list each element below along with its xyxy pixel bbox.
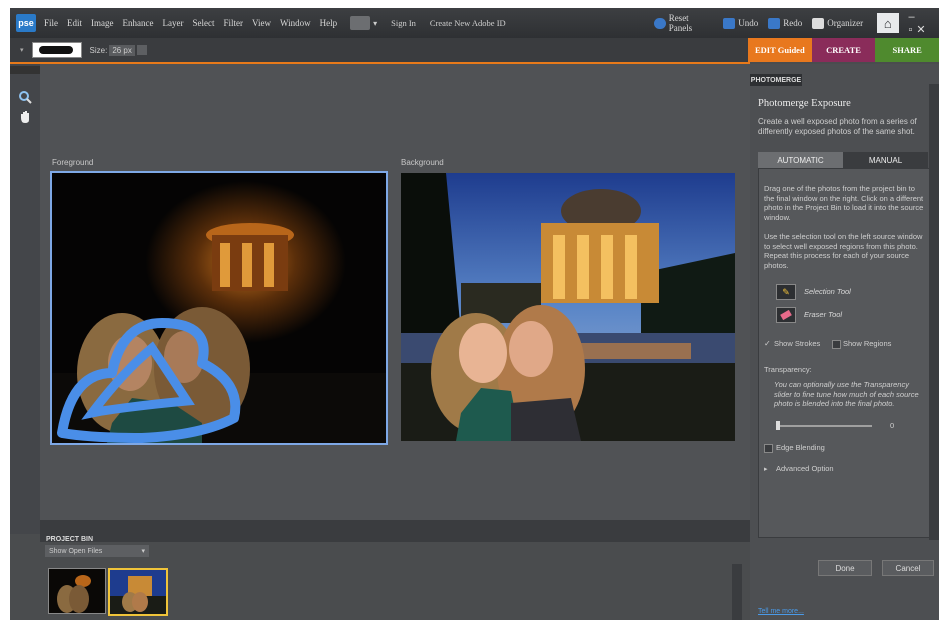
reset-panels-button[interactable]: Reset Panels <box>654 13 713 33</box>
undo-button[interactable]: Undo <box>723 17 759 29</box>
organizer-button[interactable]: Organizer <box>812 17 864 29</box>
checkmark-icon[interactable]: ✓ <box>764 339 771 348</box>
eraser-tool-label: Eraser Tool <box>804 310 843 319</box>
project-bin-select[interactable]: Show Open Files ▾ <box>45 545 149 557</box>
menu-window[interactable]: Window <box>280 18 311 28</box>
tools-panel <box>10 64 40 534</box>
options-arrow-icon[interactable]: ▾ <box>20 46 24 54</box>
tab-manual[interactable]: MANUAL <box>843 152 928 168</box>
panel-description: Create a well exposed photo from a serie… <box>758 117 917 136</box>
menu-select[interactable]: Select <box>192 18 214 28</box>
edge-blending-checkbox[interactable] <box>764 444 773 453</box>
foreground-label: Foreground <box>52 158 94 167</box>
instructions-2: Use the selection tool on the left sourc… <box>764 232 923 270</box>
panel-title: Photomerge Exposure <box>758 98 851 109</box>
reset-icon <box>654 17 666 29</box>
chevron-down-icon[interactable]: ▾ <box>373 19 377 28</box>
tab-edit-guided[interactable]: EDIT Guided <box>748 38 812 62</box>
menu-file[interactable]: File <box>44 18 58 28</box>
transparency-slider-thumb[interactable] <box>776 421 780 430</box>
app-logo: pse <box>16 14 36 32</box>
sign-in-link[interactable]: Sign In <box>391 18 416 28</box>
done-button[interactable]: Done <box>818 560 872 576</box>
menu-enhance[interactable]: Enhance <box>123 18 154 28</box>
project-bin-thumbnail-2[interactable] <box>108 568 168 616</box>
selection-tool-button[interactable]: ✎ <box>776 284 796 300</box>
foreground-photo[interactable] <box>50 171 388 445</box>
show-regions-checkbox[interactable] <box>832 340 841 349</box>
project-bin-scrollbar[interactable] <box>732 564 742 620</box>
main-menu: File Edit Image Enhance Layer Select Fil… <box>44 18 346 28</box>
transparency-value: 0 <box>890 421 895 430</box>
photomerge-tab[interactable]: PHOTOMERGE <box>750 74 802 86</box>
manual-options-panel <box>758 168 930 538</box>
tab-share[interactable]: SHARE <box>875 38 939 62</box>
reset-panels-label: Reset Panels <box>668 13 693 33</box>
tell-me-more-link[interactable]: Tell me more... <box>758 608 804 615</box>
tools-collapse-bar[interactable] <box>10 66 40 74</box>
canvas-horizontal-scrollbar[interactable] <box>40 520 750 528</box>
cancel-button[interactable]: Cancel <box>882 560 934 576</box>
window-controls[interactable]: –▫✕ <box>909 11 939 36</box>
menu-image[interactable]: Image <box>91 18 114 28</box>
tab-create[interactable]: CREATE <box>811 38 876 62</box>
selection-tool-label: Selection Tool <box>804 287 851 296</box>
project-bin-thumbnail-1[interactable] <box>48 568 106 614</box>
transparency-help: You can optionally use the Transparency … <box>774 380 919 408</box>
size-field[interactable]: 26 px <box>109 44 135 56</box>
tool-options-bar: ▾ Size: 26 px <box>10 38 750 62</box>
organizer-icon <box>812 17 825 29</box>
menu-filter[interactable]: Filter <box>223 18 243 28</box>
show-strokes-label: Show Strokes <box>774 339 821 348</box>
home-icon[interactable]: ⌂ <box>877 13 899 33</box>
create-adobe-id-link[interactable]: Create New Adobe ID <box>430 18 506 28</box>
zoom-icon[interactable] <box>18 90 32 104</box>
subtabs: AUTOMATIC MANUAL <box>758 152 928 168</box>
chevron-down-icon: ▾ <box>141 548 145 555</box>
photoshop-elements-window: pse File Edit Image Enhance Layer Select… <box>10 8 939 620</box>
mode-tabs: EDIT Guided CREATE SHARE <box>748 38 939 62</box>
eraser-tool-button[interactable] <box>776 307 796 323</box>
redo-button[interactable]: Redo <box>768 17 803 29</box>
size-dropdown-icon[interactable] <box>136 45 147 55</box>
chevron-right-icon[interactable]: ▸ <box>764 465 768 473</box>
edge-blending-label: Edge Blending <box>776 443 825 452</box>
show-regions-label: Show Regions <box>843 339 892 348</box>
menu-layer[interactable]: Layer <box>163 18 184 28</box>
redo-label: Redo <box>783 18 803 28</box>
toolbar-right: Reset Panels Undo Redo Organizer ⌂ –▫✕ <box>654 8 939 38</box>
hand-icon[interactable] <box>18 110 32 124</box>
background-photo[interactable] <box>401 173 735 441</box>
screen-mode-button[interactable] <box>350 16 371 30</box>
menu-edit[interactable]: Edit <box>67 18 82 28</box>
transparency-slider-track[interactable] <box>776 425 872 427</box>
eraser-icon <box>780 309 792 321</box>
redo-icon <box>768 17 781 29</box>
menu-view[interactable]: View <box>252 18 271 28</box>
undo-label: Undo <box>738 18 759 28</box>
panel-scrollbar[interactable] <box>929 84 939 540</box>
undo-icon <box>723 17 736 29</box>
project-bin-select-value: Show Open Files <box>49 547 103 555</box>
tab-automatic[interactable]: AUTOMATIC <box>758 152 843 168</box>
advanced-option-toggle[interactable]: Advanced Option <box>776 464 834 474</box>
instructions-1: Drag one of the photos from the project … <box>764 184 924 222</box>
menu-help[interactable]: Help <box>320 18 338 28</box>
organizer-label: Organizer <box>827 18 864 28</box>
transparency-label: Transparency: <box>764 365 812 374</box>
pencil-icon: ✎ <box>782 286 790 297</box>
menu-bar: pse File Edit Image Enhance Layer Select… <box>10 8 939 38</box>
project-bin-header: PROJECT BIN <box>40 528 750 543</box>
brush-preview[interactable] <box>31 42 82 58</box>
background-label: Background <box>401 158 444 167</box>
size-label: Size: <box>89 45 108 55</box>
